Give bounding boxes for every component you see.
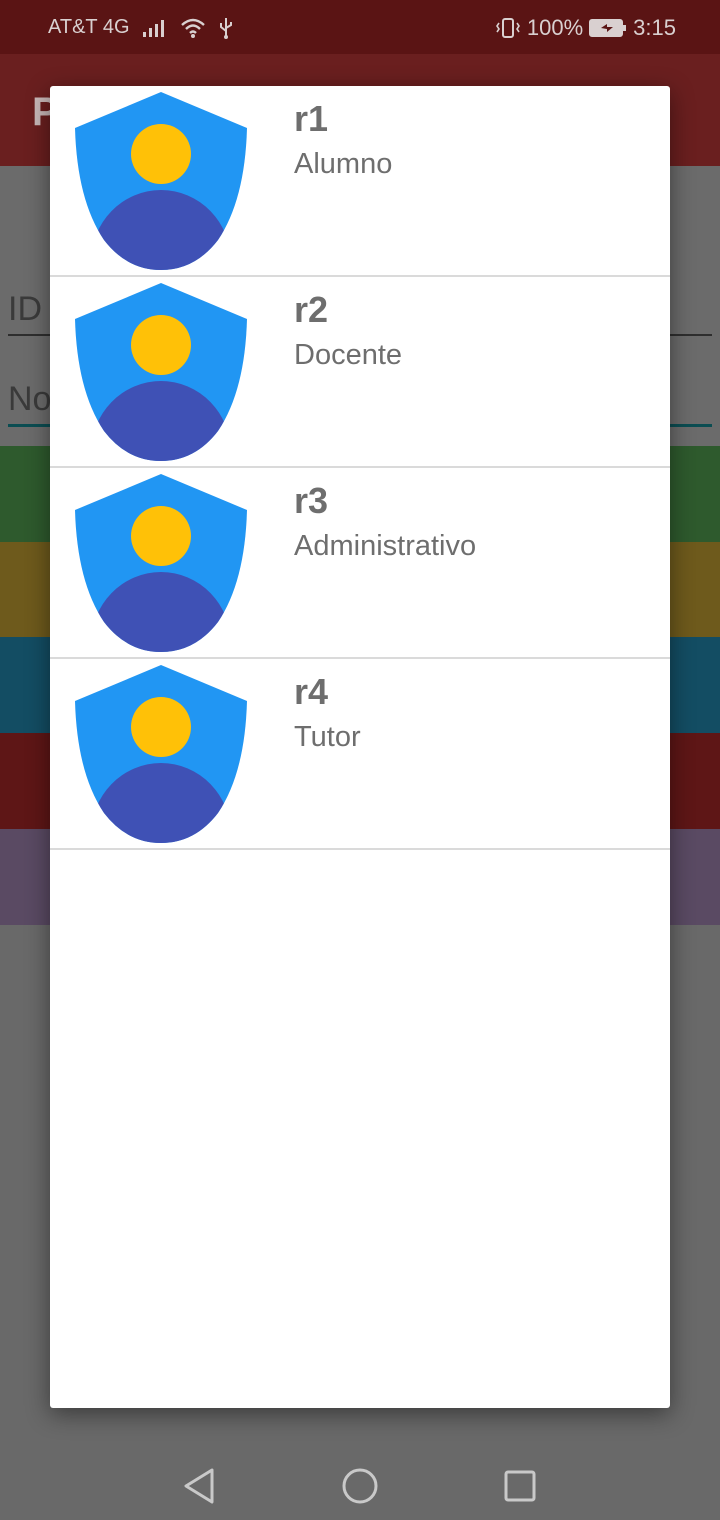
recents-icon[interactable] <box>498 1464 542 1508</box>
home-icon[interactable] <box>338 1464 382 1508</box>
role-code: r4 <box>294 671 329 712</box>
role-list-item[interactable]: r3 Administrativo <box>50 468 670 659</box>
role-code: r2 <box>294 289 329 330</box>
carrier-label: AT&T 4G <box>48 16 130 38</box>
battery-icon <box>589 19 627 37</box>
user-shield-icon <box>75 474 247 652</box>
back-icon[interactable] <box>178 1464 222 1508</box>
role-list-item[interactable]: r1 Alumno <box>50 86 670 277</box>
user-shield-icon <box>75 92 247 270</box>
role-list-item[interactable]: r4 Tutor <box>50 659 670 850</box>
navigation-bar <box>0 1450 720 1520</box>
wifi-icon <box>180 18 205 38</box>
user-shield-icon <box>75 283 247 461</box>
role-name: Alumno <box>294 148 393 180</box>
user-shield-icon <box>75 665 247 843</box>
status-bar: AT&T 4G 100% 3:15 <box>0 0 720 54</box>
role-list-item[interactable]: r2 Docente <box>50 277 670 468</box>
role-name: Docente <box>294 339 403 371</box>
role-list: r1 Alumno r2 Docente r3 Administrativo r4 Tutor <box>50 86 670 850</box>
role-name: Tutor <box>294 721 361 753</box>
role-code: r1 <box>294 98 329 139</box>
battery-percent: 100% <box>526 15 584 40</box>
signal-icon <box>142 19 164 37</box>
role-name: Administrativo <box>294 530 477 562</box>
usb-icon <box>219 17 232 39</box>
role-code: r3 <box>294 480 329 521</box>
clock: 3:15 <box>633 15 676 40</box>
vibrate-icon <box>495 18 520 38</box>
role-picker-dialog: r1 Alumno r2 Docente r3 Administrativo r4 Tutor <box>50 86 670 1408</box>
